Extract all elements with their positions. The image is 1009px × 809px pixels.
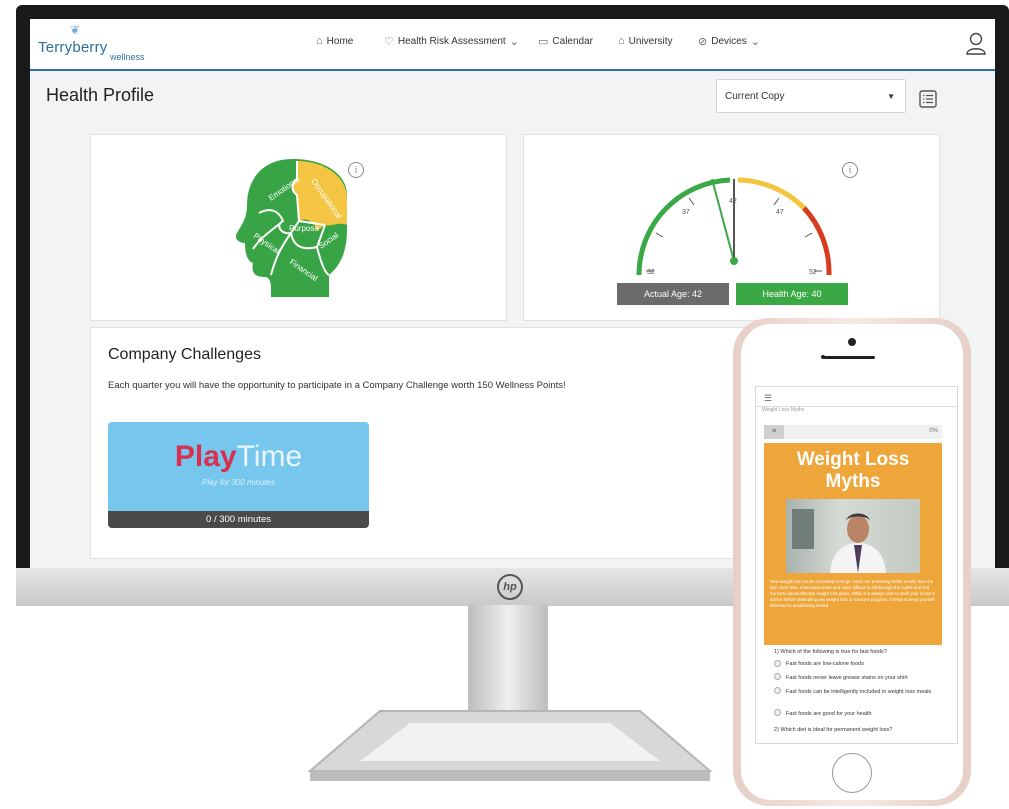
home-icon: ⌂	[316, 35, 323, 47]
playtime-logo: PlayTime	[108, 440, 369, 474]
brand-sub: wellness	[110, 52, 145, 62]
nav-hra-label: Health Risk Assessment	[397, 36, 506, 47]
chevron-down-icon: ⌄	[509, 36, 519, 48]
nav-university[interactable]: ⌂ University	[618, 35, 673, 47]
challenges-title: Company Challenges	[108, 346, 261, 363]
progress-percent: 0%	[929, 428, 938, 434]
question-1: 1) Which of the following is true for fa…	[774, 649, 887, 655]
copy-select-value: Current Copy	[725, 91, 785, 102]
puzzle-label-purpose: Purpose	[289, 224, 319, 233]
option-radio-1[interactable]	[774, 660, 781, 667]
hp-logo-icon: hp	[497, 574, 523, 600]
phone-screen: ☰ Weight Loss Myths ≡ 0% Weight Loss Myth…	[755, 386, 958, 744]
option-radio-3[interactable]	[774, 687, 781, 694]
list-view-icon[interactable]	[919, 90, 937, 108]
banner-title: Weight Loss Myths	[764, 449, 942, 493]
page-title: Health Profile	[46, 85, 155, 105]
gauge-tick-52: 52	[809, 269, 817, 276]
option-label-4: Fast foods are good for your health	[786, 711, 872, 717]
info-icon[interactable]: i	[842, 162, 858, 178]
challenges-description: Each quarter you will have the opportuni…	[108, 380, 566, 391]
phone-page-heading: Weight Loss Myths	[762, 407, 805, 413]
list-icon[interactable]: ≡	[764, 425, 784, 439]
needle-pivot	[730, 257, 738, 265]
phone-speaker	[823, 356, 875, 359]
doctor-photo	[786, 499, 920, 573]
caret-down-icon: ▼	[887, 92, 895, 101]
question-2: 2) Which diet is ideal for permanent wei…	[774, 727, 893, 733]
link-icon: ⊘	[698, 36, 708, 48]
brand-logo[interactable]: Terryberry	[38, 39, 108, 56]
nav-home[interactable]: ⌂ Home	[316, 35, 353, 47]
hamburger-menu-icon[interactable]: ☰	[764, 393, 774, 404]
health-age-card: i 32 37 42 47 52 Actual Age: 42 Health A…	[523, 134, 940, 321]
time-word: Time	[236, 440, 303, 473]
option-label-1: Fast foods are low-calorie foods	[786, 661, 864, 667]
calendar-icon: ▭	[538, 36, 549, 48]
health-age-needle	[711, 178, 735, 262]
nav-health-risk-assessment[interactable]: ♡ Health Risk Assessment ⌄	[384, 35, 519, 48]
graduation-cap-icon: ⌂	[618, 35, 625, 47]
health-age-badge: Health Age: 40	[736, 283, 848, 305]
challenge-progress-bar: 0 / 300 minutes	[108, 511, 369, 528]
play-word: Play	[174, 440, 237, 473]
user-icon[interactable]	[965, 31, 987, 55]
gauge-tick-42: 42	[729, 198, 737, 205]
gauge-tick-32: 32	[647, 269, 655, 276]
wellness-head-puzzle: Emotional Occupational Purpose Physical …	[235, 159, 347, 297]
nav-calendar-label: Calendar	[552, 36, 593, 47]
weight-loss-banner: Weight Loss Myths New weight loss trends …	[764, 443, 942, 645]
navbar: ❦ Terryberry wellness ⌂ Home ♡ Health Ri…	[30, 19, 995, 71]
phone-home-button[interactable]	[832, 753, 872, 793]
brand-leaf-icon: ❦	[70, 23, 81, 37]
nav-university-label: University	[628, 35, 673, 47]
challenge-progress-text: 0 / 300 minutes	[206, 514, 271, 525]
nav-calendar[interactable]: ▭ Calendar	[538, 35, 593, 48]
option-radio-2[interactable]	[774, 673, 781, 680]
nav-home-label: Home	[326, 35, 354, 47]
banner-text: New weight loss trends constantly emerge…	[770, 579, 935, 608]
actual-age-badge: Actual Age: 42	[617, 283, 729, 305]
gauge-tick-37: 37	[682, 209, 690, 216]
doctor-illustration	[792, 509, 886, 573]
nav-devices[interactable]: ⊘ Devices ⌄	[698, 35, 760, 48]
copy-select[interactable]: Current Copy ▼	[716, 79, 906, 113]
heart-icon: ♡	[384, 36, 394, 48]
option-label-3: Fast foods can be intelligently included…	[786, 689, 932, 695]
option-label-2: Fast foods never leave grease stains on …	[786, 675, 908, 681]
playtime-challenge-card[interactable]: PlayTime Play for 300 minutes 0 / 300 mi…	[108, 422, 369, 528]
monitor-stand-base	[307, 710, 713, 781]
banner-title-line-1: Weight Loss	[796, 449, 910, 470]
wellness-puzzle-card: i Emotional Occupational Purpose Physica…	[90, 134, 507, 321]
gauge-tick-47: 47	[776, 209, 784, 216]
banner-title-line-2: Myths	[825, 471, 881, 492]
nav-devices-label: Devices	[711, 36, 747, 47]
option-radio-4[interactable]	[774, 709, 781, 716]
playtime-subtitle: Play for 300 minutes	[202, 478, 275, 487]
phone-toolbar: ≡ 0%	[764, 425, 942, 439]
chevron-down-icon: ⌄	[750, 36, 761, 48]
health-age-gauge: 32 37 42 47 52	[636, 177, 832, 276]
phone-camera	[848, 338, 856, 346]
